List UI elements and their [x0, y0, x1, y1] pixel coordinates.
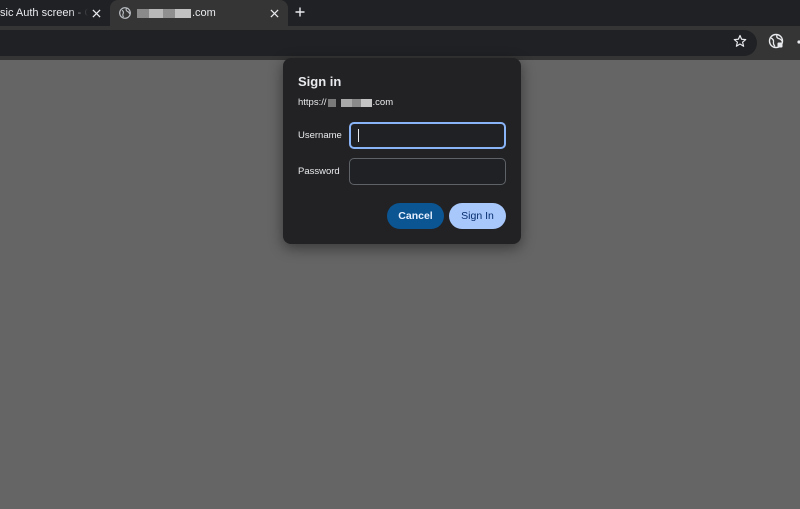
star-icon[interactable]: [733, 34, 751, 52]
dialog-url: https:// .com: [298, 97, 393, 108]
password-input[interactable]: [349, 158, 506, 185]
tab-strip: sic Auth screen - Cle .com: [0, 0, 800, 26]
text-caret: [358, 129, 359, 142]
close-icon[interactable]: [266, 5, 282, 21]
password-label: Password: [298, 166, 340, 177]
dialog-title: Sign in: [298, 74, 342, 89]
menu-icon[interactable]: [794, 35, 800, 49]
tab-current[interactable]: .com: [110, 0, 288, 26]
tab-basic-auth[interactable]: sic Auth screen - Cle: [0, 0, 110, 26]
extension-icon[interactable]: [768, 33, 786, 51]
close-icon[interactable]: [88, 5, 104, 21]
tab-title: sic Auth screen - Cle: [0, 7, 88, 19]
redacted-domain: [137, 8, 191, 18]
toolbar: [0, 26, 800, 60]
username-label: Username: [298, 130, 342, 141]
username-input[interactable]: [349, 122, 506, 149]
globe-icon: [119, 7, 131, 19]
redacted-domain: [327, 98, 372, 107]
new-tab-button[interactable]: [290, 2, 310, 22]
url-suffix: .com: [372, 97, 394, 108]
tab-title: .com: [137, 7, 266, 19]
plus-icon: [295, 7, 305, 17]
address-bar[interactable]: [0, 30, 757, 56]
cancel-button[interactable]: Cancel: [387, 203, 444, 229]
sign-in-button[interactable]: Sign In: [449, 203, 506, 229]
url-prefix: https://: [298, 97, 327, 108]
sign-in-dialog: Sign in https:// .com Username Password …: [283, 58, 521, 244]
